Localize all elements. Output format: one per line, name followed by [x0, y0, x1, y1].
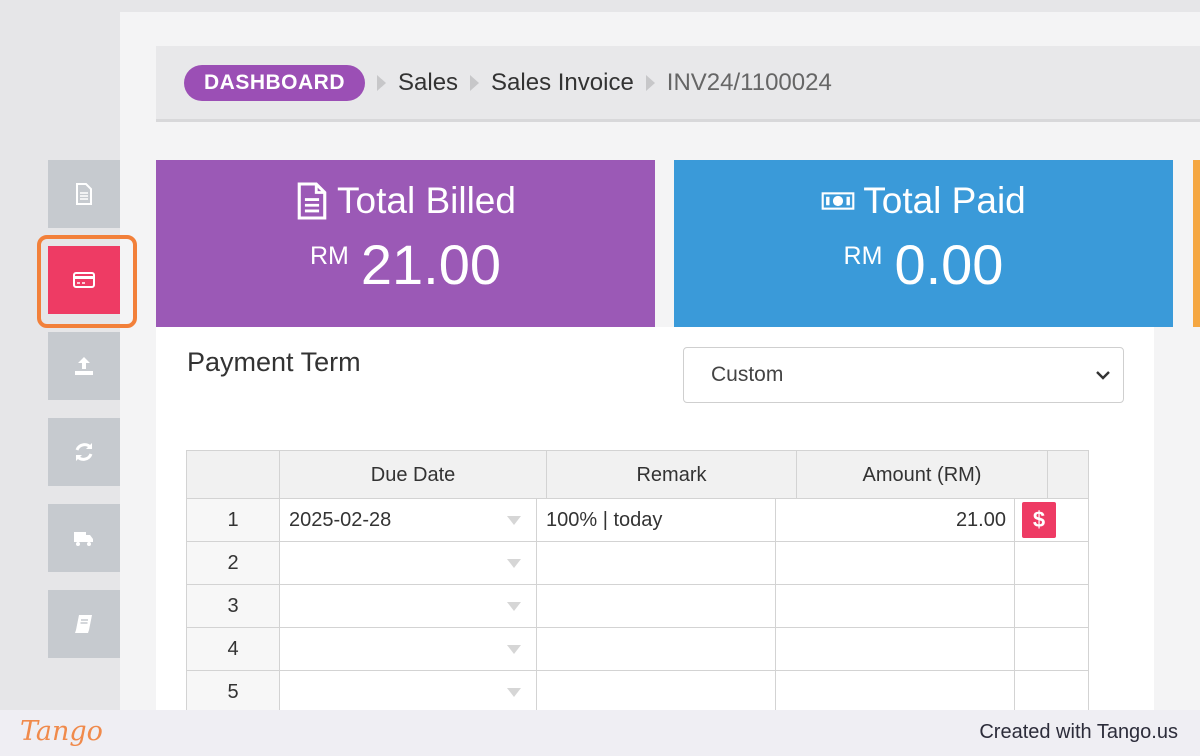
remark-cell[interactable]: [537, 542, 776, 584]
chevron-right-icon: [470, 74, 480, 91]
header-row-number: [187, 451, 280, 499]
remark-cell[interactable]: 100% | today: [537, 499, 776, 541]
total-billed-card: Total Billed RM 21.00: [156, 160, 655, 327]
truck-icon: [74, 532, 93, 546]
dropdown-arrow-icon[interactable]: [507, 559, 521, 568]
amount-cell[interactable]: [776, 628, 1015, 670]
due-date-cell[interactable]: [280, 542, 537, 584]
book-icon: [75, 615, 92, 633]
total-paid-value: 0.00: [894, 233, 1004, 296]
row-number: 1: [187, 499, 280, 541]
remark-cell[interactable]: [537, 585, 776, 627]
action-cell: [1015, 628, 1088, 670]
chevron-right-icon: [377, 74, 386, 91]
chevron-right-icon: [645, 74, 655, 91]
chevron-down-icon: [1096, 371, 1110, 380]
dropdown-arrow-icon[interactable]: [507, 516, 521, 525]
header-amount[interactable]: Amount (RM): [797, 451, 1048, 499]
due-date-cell[interactable]: [280, 585, 537, 627]
pay-button[interactable]: $: [1022, 502, 1056, 538]
side-tab-sync[interactable]: [48, 418, 120, 486]
next-card-edge: [1193, 160, 1200, 327]
table-row: 4: [186, 628, 1089, 671]
table-row: 3: [186, 585, 1089, 628]
table-row: 2: [186, 542, 1089, 585]
table-row: 5: [186, 671, 1089, 714]
header-remark[interactable]: Remark: [547, 451, 797, 499]
dropdown-arrow-icon[interactable]: [507, 645, 521, 654]
payment-term-selected: Custom: [711, 363, 784, 386]
created-with-text: Created with Tango.us: [979, 721, 1178, 743]
due-date-cell[interactable]: [280, 628, 537, 670]
payment-term-label: Payment Term: [187, 347, 361, 377]
row-number: 4: [187, 628, 280, 670]
row-number: 5: [187, 671, 280, 713]
due-date-cell[interactable]: [280, 671, 537, 713]
remark-cell[interactable]: [537, 671, 776, 713]
upload-icon: [75, 357, 93, 375]
dropdown-arrow-icon[interactable]: [507, 602, 521, 611]
amount-cell[interactable]: [776, 671, 1015, 713]
side-tab-journal[interactable]: [48, 590, 120, 658]
money-icon: [821, 192, 855, 210]
due-date-cell[interactable]: 2025-02-28: [280, 499, 537, 541]
highlight-ring: [37, 235, 137, 328]
side-tab-document[interactable]: [48, 160, 120, 228]
document-icon: [76, 183, 92, 205]
action-cell: [1015, 585, 1088, 627]
payment-term-select[interactable]: Custom: [683, 347, 1124, 403]
sync-icon: [75, 443, 93, 461]
amount-cell[interactable]: 21.00: [776, 499, 1015, 541]
side-tab-upload[interactable]: [48, 332, 120, 400]
total-paid-title: Total Paid: [863, 180, 1026, 221]
table-header: Due Date Remark Amount (RM): [186, 450, 1089, 499]
action-cell: $: [1015, 499, 1088, 541]
row-number: 3: [187, 585, 280, 627]
total-billed-title: Total Billed: [337, 180, 516, 221]
breadcrumb-dashboard[interactable]: DASHBOARD: [184, 64, 365, 101]
action-cell: [1015, 542, 1088, 584]
row-number: 2: [187, 542, 280, 584]
action-cell: [1015, 671, 1088, 713]
dropdown-arrow-icon[interactable]: [507, 688, 521, 697]
table-row: 1 2025-02-28 100% | today 21.00 $: [186, 499, 1089, 542]
footer: Tango Created with Tango.us: [0, 710, 1200, 756]
amount-cell[interactable]: [776, 542, 1015, 584]
total-paid-card: Total Paid RM 0.00: [674, 160, 1173, 327]
amount-cell[interactable]: [776, 585, 1015, 627]
remark-cell[interactable]: [537, 628, 776, 670]
total-billed-currency: RM: [309, 242, 349, 270]
file-text-icon: [297, 182, 327, 220]
breadcrumb-invoice-number: INV24/1100024: [666, 68, 832, 96]
tango-logo: Tango: [20, 716, 103, 747]
header-action: [1048, 451, 1088, 499]
total-paid-currency: RM: [843, 242, 883, 270]
side-tab-delivery[interactable]: [48, 504, 120, 572]
header-due-date[interactable]: Due Date: [280, 451, 547, 499]
breadcrumb-sales-invoice[interactable]: Sales Invoice: [491, 69, 634, 97]
total-billed-value: 21.00: [360, 233, 502, 296]
breadcrumb: DASHBOARD Sales Sales Invoice INV24/1100…: [156, 46, 1200, 122]
breadcrumb-sales[interactable]: Sales: [398, 69, 458, 97]
